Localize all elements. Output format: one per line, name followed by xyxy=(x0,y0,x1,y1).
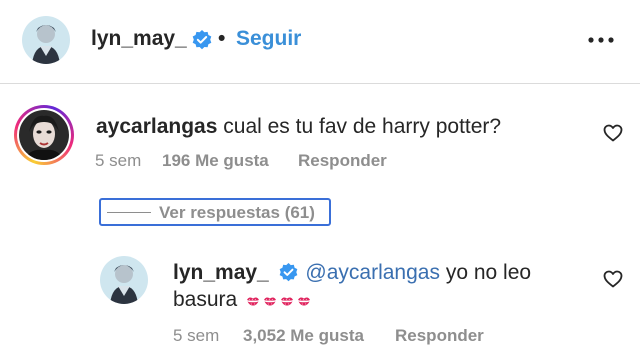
comment-avatar-image xyxy=(19,110,69,160)
reply-text-line1: yo no leo xyxy=(439,261,532,284)
heart-icon[interactable] xyxy=(603,124,623,142)
more-options-icon[interactable] xyxy=(585,32,617,48)
kiss-mark-icon xyxy=(281,297,294,306)
view-replies-line xyxy=(107,212,151,213)
comment-username[interactable]: aycarlangas xyxy=(96,115,217,138)
header-separator: • xyxy=(218,27,226,50)
reply-body-line2: basura xyxy=(173,287,311,313)
kiss-mark-icon xyxy=(247,297,260,306)
reply-avatar[interactable] xyxy=(100,256,148,304)
kiss-emoji-row xyxy=(243,288,311,311)
reply-time: 5 sem xyxy=(173,326,220,345)
comment-reply-button[interactable]: Responder xyxy=(298,151,387,171)
view-replies-label: Ver respuestas (61) xyxy=(159,203,315,222)
comment-text: cual es tu fav de harry potter? xyxy=(223,115,502,138)
reply-reply-button[interactable]: Responder xyxy=(395,326,484,346)
verified-badge-icon xyxy=(192,30,212,50)
comment-time: 5 sem xyxy=(95,151,142,170)
comment-avatar[interactable] xyxy=(14,105,74,165)
reply-body-line1: lyn_may_ @aycarlangas yo no leo xyxy=(173,260,531,286)
header-username[interactable]: lyn_may_ xyxy=(91,27,187,51)
header-avatar[interactable] xyxy=(22,16,70,64)
kiss-mark-icon xyxy=(264,297,277,306)
verified-badge-icon xyxy=(279,263,297,282)
reply-text-line2: basura xyxy=(173,288,238,311)
reply-username[interactable]: lyn_may_ xyxy=(173,261,269,284)
view-replies-button[interactable]: Ver respuestas (61) xyxy=(99,198,331,226)
comment-likes[interactable]: 196 Me gusta xyxy=(162,151,269,171)
reply-likes[interactable]: 3,052 Me gusta xyxy=(243,326,364,346)
heart-icon[interactable] xyxy=(603,270,623,288)
reply-mention[interactable]: @aycarlangas xyxy=(305,261,440,284)
kiss-mark-icon xyxy=(298,297,311,306)
comment-body: aycarlangas cual es tu fav de harry pott… xyxy=(96,114,501,140)
header-divider xyxy=(0,83,640,84)
follow-button[interactable]: Seguir xyxy=(236,27,301,51)
